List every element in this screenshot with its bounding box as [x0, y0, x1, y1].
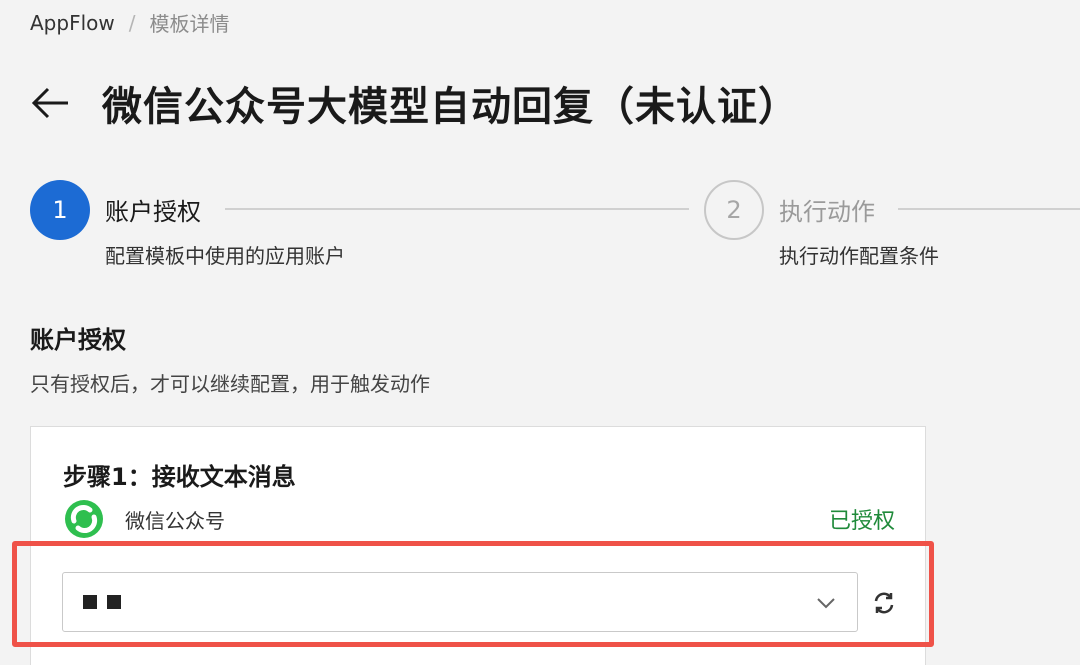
- step-connector-line: [225, 208, 689, 210]
- section-title: 账户授权: [30, 326, 126, 354]
- step-1-circle: 1: [30, 180, 90, 240]
- breadcrumb-current: 模板详情: [149, 12, 230, 36]
- step-2-description: 执行动作配置条件: [779, 244, 939, 268]
- auth-status: 已授权: [828, 509, 895, 534]
- step-2-circle: 2: [704, 180, 764, 240]
- breadcrumb: AppFlow / 模板详情: [30, 8, 229, 37]
- template-detail-page: AppFlow / 模板详情 微信公众号大模型自动回复（未认证） 1 账户授权 …: [0, 0, 1080, 665]
- step-2-title: 执行动作: [779, 198, 875, 226]
- redacted-mask: [83, 595, 97, 609]
- app-row: 微信公众号 已授权: [63, 499, 895, 539]
- refresh-icon[interactable]: [871, 590, 897, 616]
- step-1-title: 账户授权: [105, 198, 201, 226]
- breadcrumb-separator: /: [128, 10, 136, 35]
- back-arrow-icon[interactable]: [30, 82, 72, 124]
- card-step-title: 步骤1：接收文本消息: [63, 463, 296, 491]
- title-row: 微信公众号大模型自动回复（未认证）: [30, 74, 799, 132]
- redacted-mask: [107, 595, 121, 609]
- app-name: 微信公众号: [125, 508, 225, 533]
- chevron-down-icon[interactable]: [815, 591, 837, 613]
- breadcrumb-root[interactable]: AppFlow: [30, 11, 115, 35]
- step-1-description: 配置模板中使用的应用账户: [105, 244, 345, 268]
- steps-indicator: 1 账户授权 配置模板中使用的应用账户 2 执行动作 执行动作配置条件: [30, 178, 1080, 278]
- account-select-value: [83, 595, 121, 609]
- page-title: 微信公众号大模型自动回复（未认证）: [102, 84, 799, 130]
- wechat-official-account-logo-icon: [65, 500, 103, 538]
- section-description: 只有授权后，才可以继续配置，用于触发动作: [30, 372, 430, 396]
- step-trailing-line: [898, 208, 1080, 210]
- account-select[interactable]: [62, 572, 858, 632]
